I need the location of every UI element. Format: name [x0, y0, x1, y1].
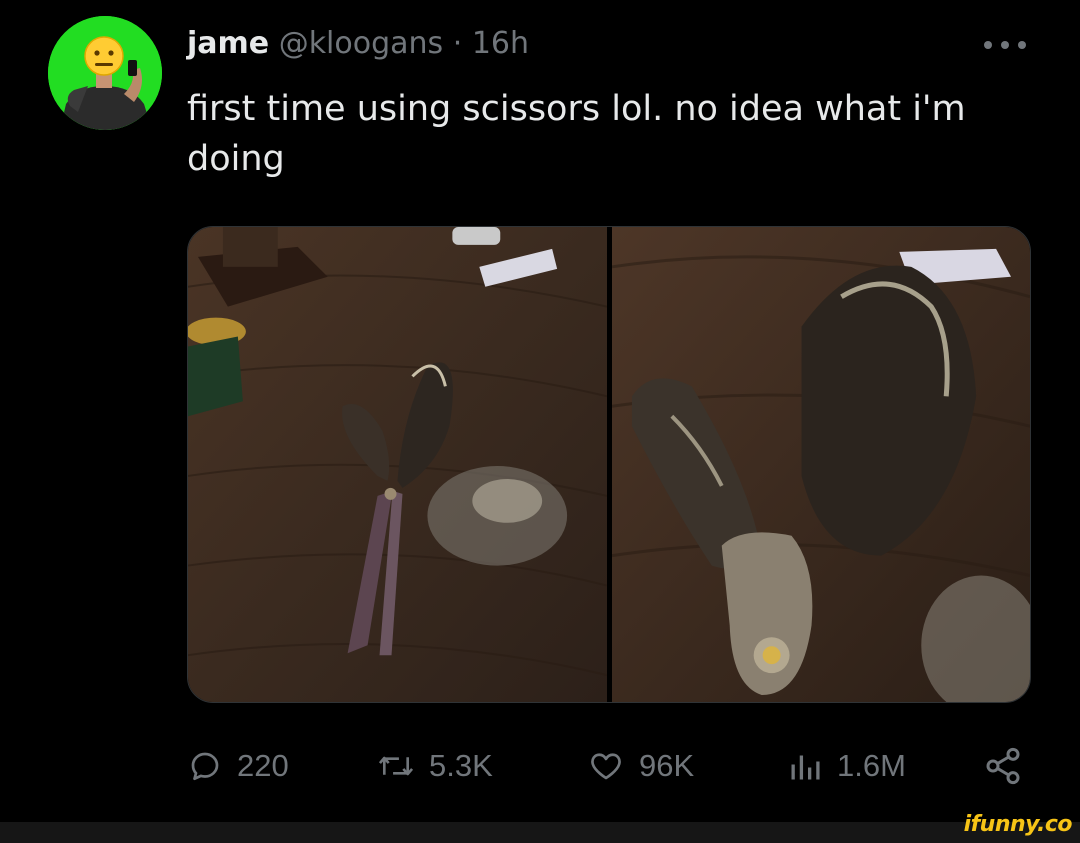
reply-button[interactable]: 220	[187, 740, 289, 792]
watermark-strip	[0, 822, 1080, 843]
media-grid	[187, 226, 1031, 703]
heart-icon	[591, 753, 621, 780]
reply-icon	[191, 752, 219, 781]
photo-burnt-scissors-overview[interactable]	[188, 227, 607, 702]
handle[interactable]: @kloogans	[279, 26, 444, 61]
separator-dot: ·	[452, 26, 463, 61]
like-button[interactable]: 96K	[587, 740, 694, 792]
ifunny-watermark: ifunny.co	[963, 812, 1073, 837]
repost-icon	[378, 756, 414, 776]
tweet-text: first time using scissors lol. no idea w…	[187, 89, 966, 179]
more-horizontal-icon[interactable]	[984, 38, 1026, 50]
action-bar: 220 5.3K 96K 1.6M	[187, 740, 1032, 792]
photo-burnt-scissors-closeup[interactable]	[611, 227, 1030, 702]
repost-button[interactable]: 5.3K	[377, 740, 493, 792]
repost-count: 5.3K	[429, 748, 493, 783]
reply-count: 220	[237, 748, 289, 783]
tweet-header: jame @kloogans · 16h	[187, 24, 529, 64]
views-button[interactable]: 1.6M	[787, 740, 906, 792]
display-name[interactable]: jame	[187, 26, 269, 61]
avatar[interactable]	[48, 16, 162, 130]
share-icon	[986, 747, 1020, 785]
bar-chart-icon	[791, 755, 820, 780]
timestamp[interactable]: 16h	[472, 26, 529, 61]
like-count: 96K	[639, 748, 695, 783]
view-count: 1.6M	[837, 748, 906, 783]
share-button[interactable]	[983, 740, 1023, 792]
avatar-image	[48, 16, 162, 130]
